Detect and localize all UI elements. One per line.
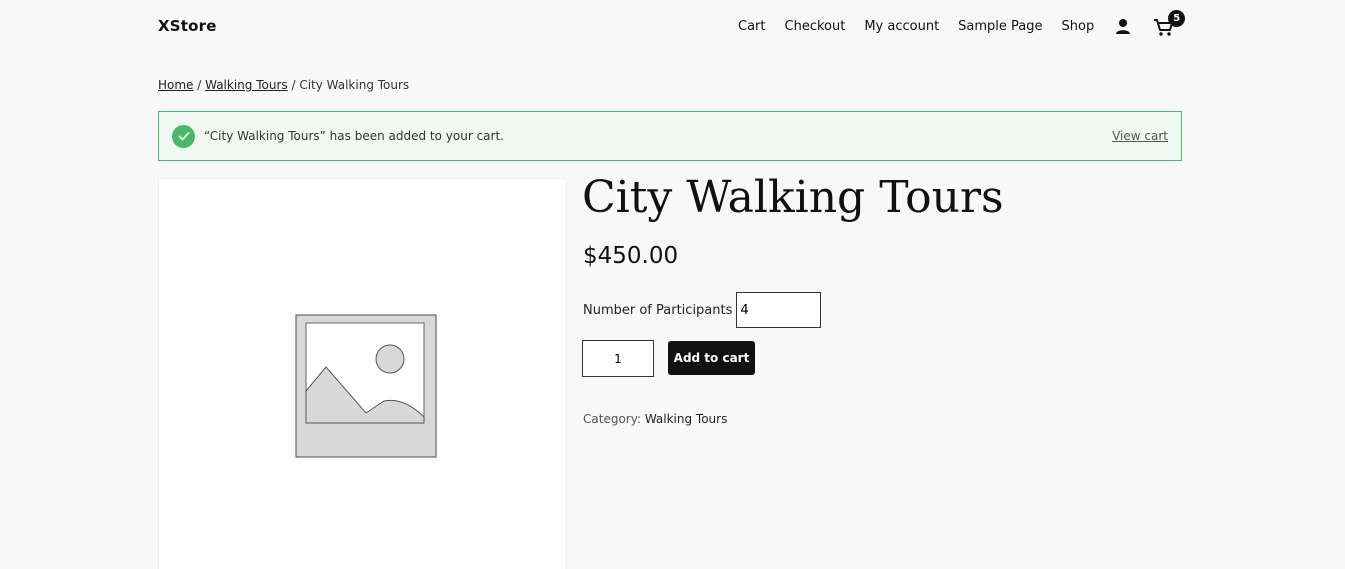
view-cart-link[interactable]: View cart [1112, 129, 1168, 143]
participants-label: Number of Participants [583, 302, 733, 318]
cart-icon[interactable]: 5 [1153, 10, 1186, 37]
breadcrumb-home[interactable]: Home [158, 78, 193, 92]
breadcrumb: Home / Walking Tours / City Walking Tour… [158, 78, 409, 92]
breadcrumb-category[interactable]: Walking Tours [205, 78, 288, 92]
nav-shop[interactable]: Shop [1062, 18, 1095, 36]
product-title: City Walking Tours [582, 172, 1004, 223]
nav-my-account[interactable]: My account [864, 18, 939, 36]
breadcrumb-separator: / [287, 78, 300, 92]
participants-field: Number of Participants [583, 292, 822, 328]
product-category: Category: Walking Tours [583, 412, 727, 426]
product-image[interactable] [158, 178, 567, 569]
image-placeholder-icon [295, 314, 437, 458]
participants-input[interactable] [736, 292, 822, 328]
nav-checkout[interactable]: Checkout [785, 18, 846, 36]
add-to-cart-button[interactable]: Add to cart [668, 341, 755, 375]
nav-sample-page[interactable]: Sample Page [958, 18, 1042, 36]
nav-cart[interactable]: Cart [738, 18, 766, 36]
success-notice: “City Walking Tours” has been added to y… [158, 111, 1182, 161]
breadcrumb-separator: / [193, 78, 206, 92]
quantity-input[interactable] [582, 340, 654, 377]
checkmark-icon [172, 124, 195, 148]
breadcrumb-current: City Walking Tours [299, 78, 410, 92]
category-link[interactable]: Walking Tours [645, 412, 728, 426]
product-price: $450.00 [583, 243, 679, 269]
person-icon[interactable] [1115, 18, 1131, 36]
site-title[interactable]: XStore [158, 17, 217, 35]
category-label: Category: [583, 412, 645, 426]
main-nav: Cart Checkout My account Sample Page Sho… [738, 10, 1186, 37]
cart-count-badge: 5 [1168, 10, 1186, 27]
notice-message: “City Walking Tours” has been added to y… [204, 129, 504, 143]
